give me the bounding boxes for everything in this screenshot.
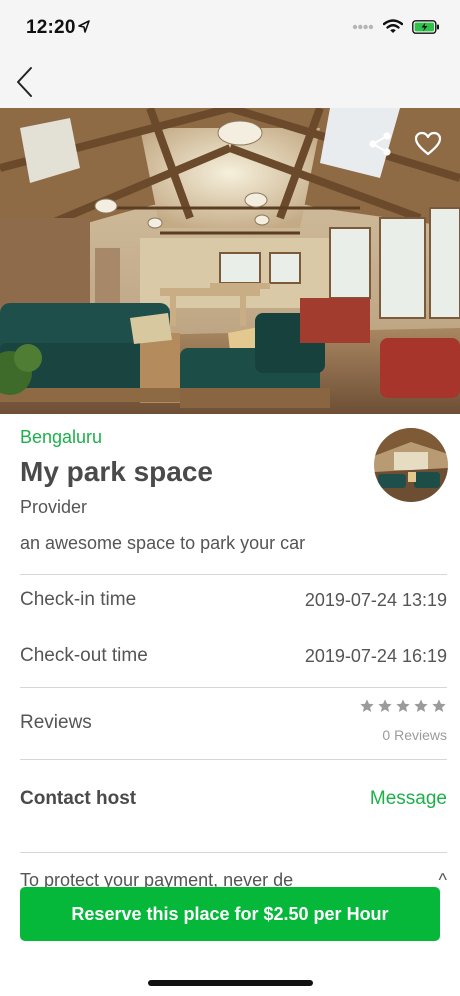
listing-provider: Provider <box>20 497 88 517</box>
hero-photo <box>0 108 460 414</box>
home-indicator <box>148 980 313 986</box>
star-icon <box>378 699 392 712</box>
listing-city: Bengaluru <box>20 427 103 447</box>
divider <box>20 852 447 853</box>
checkin-value: 2019-07-24 13:19 <box>304 590 447 610</box>
favorite-button[interactable] <box>410 126 446 162</box>
reviews-label: Reviews <box>20 712 92 733</box>
bottom-bar <box>0 941 460 996</box>
reserve-button[interactable]: Reserve this place for $2.50 per Hour <box>20 887 440 941</box>
host-avatar[interactable] <box>374 428 448 502</box>
star-icon <box>396 699 410 712</box>
status-bar: 12:20 <box>0 0 460 58</box>
nav-bar <box>0 58 460 108</box>
message-link[interactable]: Message <box>370 788 447 810</box>
checkout-label: Check-out time <box>20 645 148 666</box>
review-count: 0 Reviews <box>382 727 447 743</box>
wifi-icon <box>383 19 403 33</box>
back-button[interactable] <box>10 62 44 102</box>
rating-stars <box>359 698 447 714</box>
divider <box>20 759 447 760</box>
status-icons <box>352 19 440 34</box>
divider <box>20 687 447 688</box>
star-icon <box>414 699 428 712</box>
location-arrow-icon <box>78 20 90 33</box>
listing-title: My park space <box>20 456 213 487</box>
share-button[interactable] <box>362 126 398 162</box>
listing-description: an awesome space to park your car <box>20 533 306 553</box>
checkout-value: 2019-07-24 16:19 <box>304 646 447 666</box>
divider <box>20 574 447 575</box>
checkin-label: Check-in time <box>20 589 137 610</box>
avatar-photo <box>374 428 448 502</box>
expand-chevron[interactable]: ^ <box>439 870 447 891</box>
star-icon <box>360 699 374 712</box>
star-icon <box>432 699 446 712</box>
contact-host-label: Contact host <box>20 788 137 809</box>
chevron-left-icon <box>17 67 32 97</box>
status-time: 12:20 <box>26 17 76 38</box>
signal-dots-icon <box>352 24 374 29</box>
share-icon <box>369 132 391 156</box>
heart-outline-icon <box>414 131 442 156</box>
battery-charging-icon <box>412 19 439 34</box>
